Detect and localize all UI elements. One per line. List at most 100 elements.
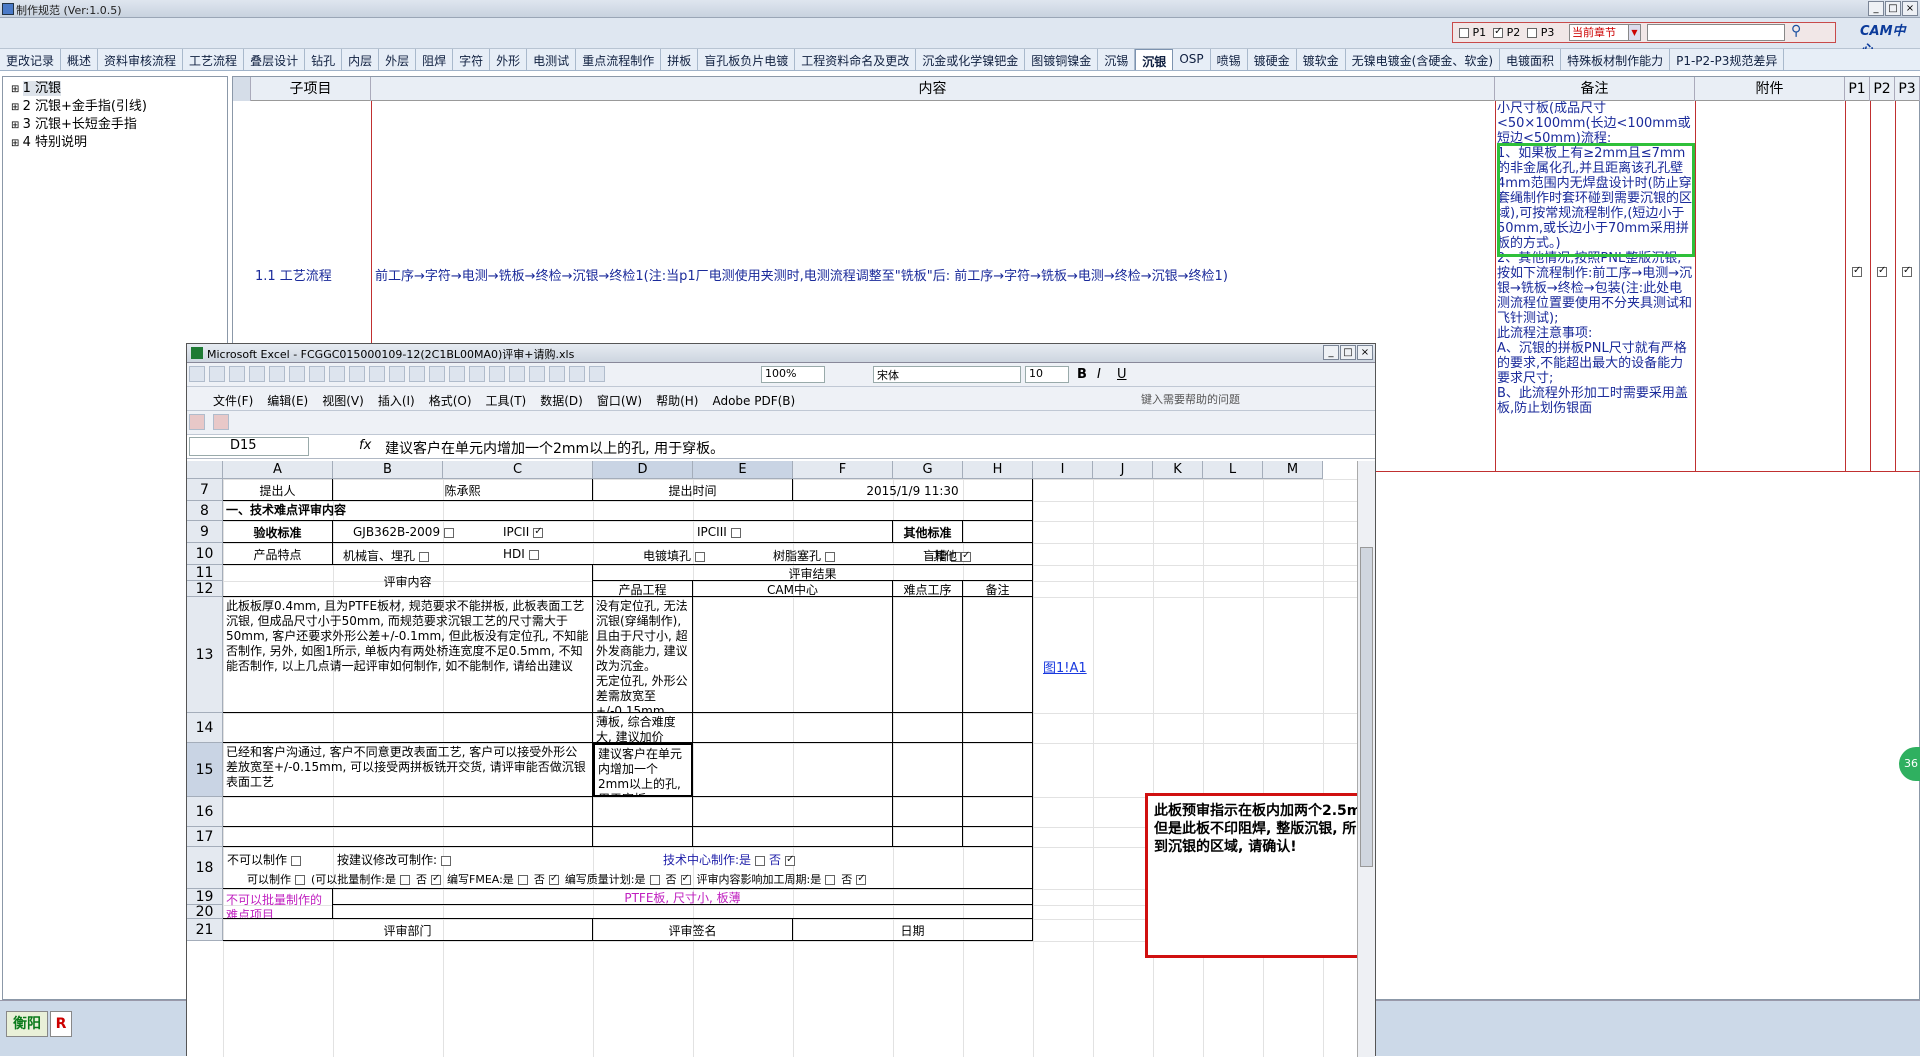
inline-option[interactable]: 其他 [933,547,972,564]
checkbox-icon[interactable] [400,875,410,885]
tab-item[interactable]: 外形 [490,49,528,70]
sort-asc-icon[interactable] [529,366,545,382]
sheet-cell[interactable]: 其他标准 [893,521,963,543]
row-header[interactable]: 16 [187,797,223,827]
checkbox-icon[interactable] [517,875,528,885]
sheet-cell[interactable] [223,713,593,743]
research-icon[interactable] [349,366,365,382]
sheet-cell[interactable] [893,597,963,713]
excel-menu-item[interactable]: 数据(D) [540,392,583,409]
sheet-cell[interactable]: 验收标准 [223,521,333,543]
inline-option[interactable]: IPCIII [697,525,741,539]
sheet-cell[interactable] [333,905,1033,919]
tab-item[interactable]: 字符 [453,49,491,70]
chevron-down-icon[interactable]: ▼ [1628,25,1640,40]
vertical-scrollbar[interactable] [1357,461,1375,1057]
row-header[interactable]: 7 [187,479,223,501]
column-header[interactable]: F [793,461,893,479]
sheet-cell[interactable] [223,827,593,847]
tab-item[interactable]: 镀软金 [1297,49,1346,70]
preview-icon[interactable] [309,366,325,382]
excel-menu-item[interactable]: Adobe PDF(B) [712,394,795,408]
inline-option[interactable]: 不可以制作 [227,851,302,868]
sheet-cell[interactable] [963,797,1033,827]
sheet-cell[interactable] [893,743,963,797]
sheet-cell[interactable]: 日期 [793,919,1033,941]
drawing-icon[interactable] [589,366,605,382]
checkbox-icon[interactable] [649,875,660,885]
tab-item[interactable]: 阻焊 [416,49,454,70]
checkbox-icon[interactable] [533,526,544,538]
sheet-cell[interactable]: 评审部门 [223,919,593,941]
inline-option[interactable]: 电镀填孔 [643,547,706,564]
inline-option[interactable]: 机械盲、埋孔 [343,547,430,564]
hyperlink-icon[interactable] [489,366,505,382]
minimize-button[interactable]: _ [1868,1,1884,16]
tab-item[interactable]: 工艺流程 [183,49,245,70]
pdf-email-icon[interactable] [212,414,229,430]
excel-menu-item[interactable]: 编辑(E) [267,392,308,409]
sheet-cell[interactable]: 一、技术难点评审内容 [223,501,1033,521]
tab-item[interactable]: 电镀面积 [1500,49,1562,70]
checkbox-icon[interactable] [295,875,305,885]
sheet-cell[interactable]: CAM中心 [693,581,893,597]
column-header[interactable]: J [1093,461,1153,479]
checkbox-icon[interactable] [695,551,706,562]
sheet-cell[interactable]: 提出人 [223,479,333,501]
tree-item[interactable]: ⊞ 4 特别说明 [3,131,227,150]
inline-option[interactable]: HDI [503,547,539,561]
sheet-cell[interactable]: 不可以批量制作的难点项目 [223,889,333,919]
excel-menu-item[interactable]: 插入(I) [378,392,415,409]
row-header[interactable]: 20 [187,905,223,919]
excel-menu-item[interactable]: 视图(V) [322,392,364,409]
tab-item[interactable]: 盲孔板负片电镀 [698,49,796,70]
site-label[interactable]: 衡阳 [6,1011,48,1037]
excel-menu-item[interactable]: 格式(O) [429,392,472,409]
underline-button[interactable]: U [1117,367,1127,382]
row-header[interactable]: 17 [187,827,223,847]
tree-item[interactable]: ⊞ 3 沉银+长短金手指 [3,113,227,132]
checkbox-icon[interactable] [431,873,441,885]
zoom-select[interactable]: 100% [761,366,825,383]
inline-option[interactable]: IPCII [503,525,544,539]
inline-option[interactable]: GJB362B-2009 [353,525,455,539]
close-button[interactable]: × [1902,1,1918,16]
spelling-icon[interactable] [329,366,345,382]
sheet-cell[interactable]: 产品特点 [223,543,333,565]
row-header[interactable]: 14 [187,713,223,743]
row-header[interactable]: 19 [187,889,223,905]
sheet-cell[interactable] [893,827,963,847]
inline-option[interactable]: 树脂塞孔 [773,547,836,564]
row-header[interactable]: 12 [187,581,223,597]
sheet-cell[interactable]: 难点工序 [893,581,963,597]
tab-item[interactable]: 特殊板材制作能力 [1561,49,1671,70]
formula-input[interactable]: 建议客户在单元内增加一个2mm以上的孔, 用于穿板。 [385,438,724,458]
row-sub[interactable]: 1.1 工艺流程 [255,265,332,284]
row-p3-checkbox[interactable] [1902,265,1912,277]
save-icon[interactable] [229,366,245,382]
font-size-select[interactable]: 10 [1025,366,1069,383]
column-header[interactable]: D [593,461,693,479]
expand-icon[interactable]: ⊞ [11,138,23,149]
tab-item[interactable]: 沉银 [1135,49,1174,70]
tab-item[interactable]: 无镍电镀金(含硬金、软金) [1346,49,1501,70]
expand-icon[interactable]: ⊞ [11,120,23,131]
checkbox-icon[interactable] [419,551,430,562]
checkbox-icon[interactable] [444,527,455,538]
column-header[interactable]: I [1033,461,1093,479]
sheet-cell[interactable]: PTFE板, 尺寸小, 板薄 [333,889,1033,905]
excel-menu-item[interactable]: 文件(F) [213,392,253,409]
column-header[interactable]: G [893,461,963,479]
column-header[interactable]: K [1153,461,1203,479]
side-badge[interactable]: 36 [1899,747,1920,781]
sheet-cell[interactable] [693,743,893,797]
tab-item[interactable]: 更改记录 [0,49,62,70]
checkbox-icon[interactable] [961,550,972,562]
row-header[interactable]: 21 [187,919,223,941]
hyperlink-cell[interactable]: 图1!A1 [1043,657,1087,676]
search-input[interactable] [1647,24,1785,41]
tab-item[interactable]: 电测试 [527,49,577,70]
tab-item[interactable]: OSP [1173,49,1211,70]
chart-icon[interactable] [569,366,585,382]
cell-comment[interactable]: 此板预审指示在板内加两个2.5mm的np用于穿板, 但是此板不印阻焊, 整版沉银… [1145,793,1357,958]
